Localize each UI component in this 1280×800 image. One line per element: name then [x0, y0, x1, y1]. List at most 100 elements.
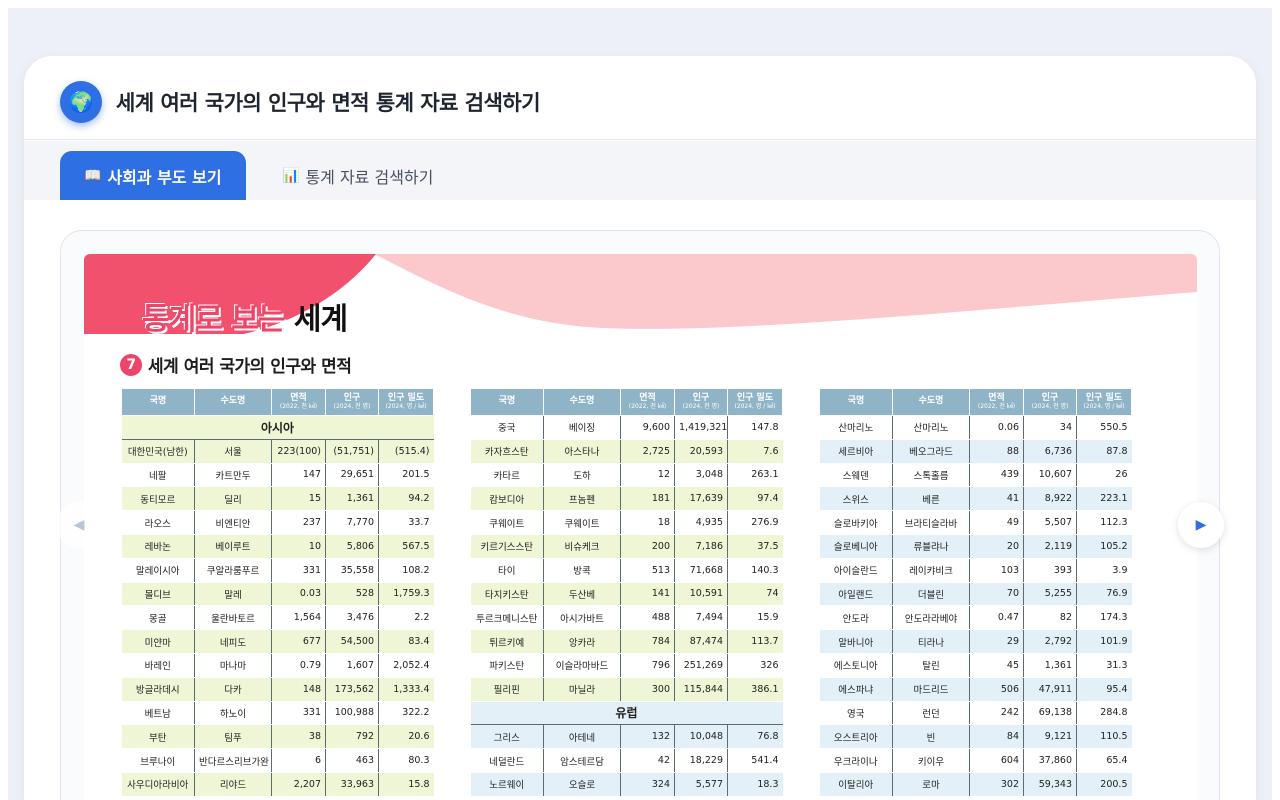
density-cell: 567.5 — [378, 534, 434, 559]
area-cell: 49 — [969, 510, 1024, 535]
capital-cell: 아시가바트 — [543, 605, 621, 631]
area-cell: 6 — [271, 748, 326, 773]
capital-cell: 암스테르담 — [543, 748, 621, 773]
next-page-button[interactable]: ▶ — [1178, 502, 1224, 548]
population-cell: 115,844 — [674, 677, 728, 702]
country-cell: 네덜란드 — [470, 748, 544, 773]
population-cell: 251,269 — [674, 653, 728, 678]
population-cell: 3,048 — [674, 463, 728, 488]
area-cell: 20 — [969, 534, 1024, 559]
table-row: 미얀마 네피도 677 54,500 83.4 — [121, 629, 434, 654]
country-cell: 네팔 — [121, 463, 195, 488]
column-header: 국명 — [819, 388, 893, 416]
population-cell: 71,668 — [674, 558, 728, 583]
area-cell: 513 — [620, 558, 675, 583]
country-cell: 대한민국(남한) — [121, 439, 195, 464]
population-cell: 1,361 — [1023, 653, 1077, 678]
app-header: 🌍 세계 여러 국가의 인구와 면적 통계 자료 검색하기 — [24, 56, 1256, 140]
capital-cell: 리야드 — [194, 772, 272, 797]
area-cell: 223(100) — [271, 439, 326, 464]
population-cell: 5,507 — [1023, 510, 1077, 535]
population-cell: 173,562 — [325, 677, 379, 702]
country-cell: 스위스 — [819, 486, 893, 512]
area-cell: 0.47 — [969, 605, 1024, 631]
capital-cell: 베이루트 — [194, 534, 272, 559]
page-viewer: 통계로 보는 세계 7 세계 여러 국가의 인구와 면적 국명 수도명 면적 (202… — [60, 230, 1220, 800]
atlas-page: 통계로 보는 세계 7 세계 여러 국가의 인구와 면적 국명 수도명 면적 (202… — [84, 254, 1197, 800]
population-cell: 100,988 — [325, 701, 379, 726]
table-row: 카타르 도하 12 3,048 263.1 — [470, 463, 783, 488]
table-row: 몽골 울란바토르 1,564 3,476 2.2 — [121, 605, 434, 631]
area-cell: 677 — [271, 629, 326, 654]
table-row: 오스트리아 빈 84 9,121 110.5 — [819, 724, 1132, 750]
column-header: 면적 (2022, 천 ㎢) — [620, 388, 675, 416]
capital-cell: 오슬로 — [543, 772, 621, 797]
population-cell: 7,186 — [674, 534, 728, 559]
population-cell: 10,048 — [674, 724, 728, 750]
population-cell: 5,577 — [674, 772, 728, 797]
area-cell: 302 — [969, 772, 1024, 797]
table-row: 타지키스탄 두산베 141 10,591 74 — [470, 582, 783, 607]
population-cell: 393 — [1023, 558, 1077, 583]
table-row: 스웨덴 스톡홀름 439 10,607 26 — [819, 463, 1132, 488]
population-cell: 20,593 — [674, 439, 728, 464]
area-cell: 12 — [620, 463, 675, 488]
area-cell: 242 — [969, 701, 1024, 726]
country-cell: 세르비아 — [819, 439, 893, 464]
population-cell: 59,343 — [1023, 772, 1077, 797]
prev-page-button[interactable]: ◀ — [56, 502, 102, 548]
capital-cell: 류블랴나 — [892, 534, 970, 559]
country-cell: 카타르 — [470, 463, 544, 488]
area-cell: 70 — [969, 582, 1024, 607]
tab-statistics-label: 통계 자료 검색하기 — [305, 167, 434, 187]
area-cell: 103 — [969, 558, 1024, 583]
capital-cell: 베오그라드 — [892, 439, 970, 464]
density-cell: 113.7 — [727, 629, 783, 654]
table-row: 그리스 아테네 132 10,048 76.8 — [470, 724, 783, 750]
country-cell: 파키스탄 — [470, 653, 544, 678]
capital-cell: 마나마 — [194, 653, 272, 678]
area-cell: 9,600 — [620, 415, 675, 440]
table-row: 안도라 안도라라베야 0.47 82 174.3 — [819, 605, 1132, 631]
population-cell: 69,138 — [1023, 701, 1077, 726]
area-cell: 488 — [620, 605, 675, 631]
capital-cell: 베른 — [892, 486, 970, 512]
population-cell: 7,494 — [674, 605, 728, 631]
table-row: 아일랜드 더블린 70 5,255 76.9 — [819, 582, 1132, 607]
population-cell: 1,361 — [325, 486, 379, 512]
density-cell: 1,759.3 — [378, 582, 434, 607]
population-cell: 18,229 — [674, 748, 728, 773]
country-cell: 카자흐스탄 — [470, 439, 544, 464]
area-cell: 1,564 — [271, 605, 326, 631]
tab-statistics-search[interactable]: 📊 통계 자료 검색하기 — [258, 151, 457, 200]
tab-atlas[interactable]: 📖 사회과 부도 보기 — [60, 151, 246, 200]
banner-title-red: 통계로 보는 — [142, 302, 285, 337]
area-cell: 324 — [620, 772, 675, 797]
column-header: 수도명 — [194, 388, 272, 416]
population-cell: 87,474 — [674, 629, 728, 654]
capital-cell: 울란바토르 — [194, 605, 272, 631]
continent-label: 아시아 — [121, 415, 434, 440]
density-cell: 101.9 — [1076, 629, 1132, 654]
area-cell: 0.79 — [271, 653, 326, 678]
country-cell: 안도라 — [819, 605, 893, 631]
population-cell: 6,736 — [1023, 439, 1077, 464]
capital-cell: 다카 — [194, 677, 272, 702]
density-cell: 386.1 — [727, 677, 783, 702]
area-cell: 0.06 — [969, 415, 1024, 440]
chart-icon: 📊 — [282, 167, 300, 184]
population-cell: 10,591 — [674, 582, 728, 607]
density-cell: 31.3 — [1076, 653, 1132, 678]
density-cell: 105.2 — [1076, 534, 1132, 559]
table-row: 스위스 베른 41 8,922 223.1 — [819, 486, 1132, 512]
density-cell: 97.4 — [727, 486, 783, 512]
population-cell: 528 — [325, 582, 379, 607]
population-cell: 33,963 — [325, 772, 379, 797]
table-row: 슬로베니아 류블랴나 20 2,119 105.2 — [819, 534, 1132, 559]
capital-cell: 하노이 — [194, 701, 272, 726]
area-cell: 796 — [620, 653, 675, 678]
area-cell: 506 — [969, 677, 1024, 702]
density-cell: 76.9 — [1076, 582, 1132, 607]
app-title: 세계 여러 국가의 인구와 면적 통계 자료 검색하기 — [116, 91, 541, 115]
country-cell: 동티모르 — [121, 486, 195, 512]
